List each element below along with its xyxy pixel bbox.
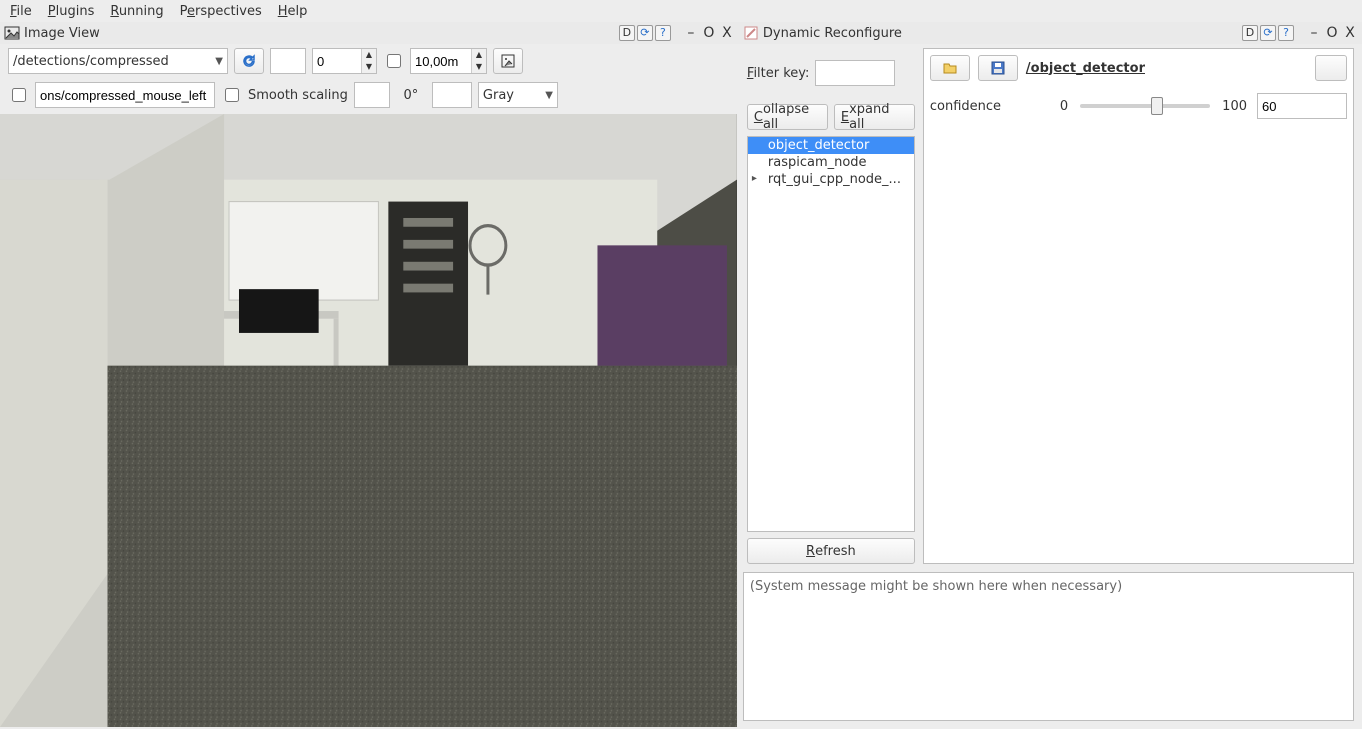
help-icon[interactable]: ? (655, 25, 671, 41)
btn-header-d[interactable]: D (1242, 25, 1258, 41)
tree-item-label: raspicam_node (768, 155, 867, 170)
filter-input[interactable] (815, 60, 895, 86)
field-empty-1[interactable] (270, 48, 306, 74)
close-node-button[interactable] (1315, 55, 1347, 81)
refresh-topics-button[interactable] (234, 48, 264, 74)
mouse-left-field[interactable] (35, 82, 215, 108)
topic-combo-value: /detections/compressed (13, 54, 169, 69)
filter-label: Filter key: (747, 66, 810, 81)
refresh-icon (241, 53, 257, 69)
refresh-button[interactable]: Refresh (747, 538, 915, 564)
image-view-title: Image View (24, 26, 100, 41)
tree-item-rqt-gui[interactable]: ▸ rqt_gui_cpp_node_... (748, 171, 914, 188)
colormap-combo[interactable]: Gray ▼ (478, 82, 558, 108)
spin-1[interactable]: ▲ ▼ (312, 48, 377, 74)
spin-2[interactable]: ▲ ▼ (410, 48, 487, 74)
param-min: 0 (1060, 99, 1068, 114)
edit-icon (743, 25, 759, 41)
spin-down-icon[interactable]: ▼ (362, 61, 376, 73)
image-view-toolbar-1: /detections/compressed ▼ ▲ ▼ ▲ (0, 44, 739, 78)
chevron-down-icon: ▼ (545, 90, 553, 101)
menu-perspectives[interactable]: Perspectives (180, 4, 262, 19)
menubar: File Plugins Running Perspectives Help (0, 0, 1362, 22)
camera-image (0, 114, 737, 727)
refresh-icon[interactable]: ⟳ (1260, 25, 1276, 41)
image-view-header: Image View D ⟳ ? – O X (0, 22, 739, 44)
spin-down-icon[interactable]: ▼ (472, 61, 486, 73)
tree-item-label: rqt_gui_cpp_node_... (768, 172, 901, 187)
dynrec-header: Dynamic Reconfigure D ⟳ ? – O X (739, 22, 1362, 44)
spin-2-input[interactable] (411, 50, 471, 72)
confidence-slider[interactable] (1080, 104, 1210, 108)
btn-header-d[interactable]: D (619, 25, 635, 41)
image-icon (4, 25, 20, 41)
load-config-button[interactable] (930, 55, 970, 81)
close-icon[interactable]: X (1342, 25, 1358, 41)
minimize-icon[interactable]: – (683, 25, 699, 41)
undock-icon[interactable]: O (701, 25, 717, 41)
save-icon (500, 53, 516, 69)
system-message-area: (System message might be shown here when… (743, 572, 1354, 721)
menu-file[interactable]: File (10, 4, 32, 19)
spin-up-icon[interactable]: ▲ (472, 49, 486, 61)
expand-all-button[interactable]: Expand all (834, 104, 915, 130)
angle-label: 0° (396, 88, 426, 103)
smooth-scaling-label: Smooth scaling (248, 88, 348, 103)
checkbox-smooth[interactable] (225, 88, 239, 102)
tree-item-object-detector[interactable]: object_detector (748, 137, 914, 154)
chevron-right-icon[interactable]: ▸ (752, 173, 757, 184)
menu-help[interactable]: Help (278, 4, 308, 19)
node-tree[interactable]: object_detector raspicam_node ▸ rqt_gui_… (747, 136, 915, 532)
tree-item-raspicam-node[interactable]: raspicam_node (748, 154, 914, 171)
menu-plugins[interactable]: Plugins (48, 4, 95, 19)
system-message-text: (System message might be shown here when… (750, 579, 1122, 594)
param-confidence-row: confidence 0 100 (930, 93, 1347, 119)
collapse-all-button[interactable]: Collapse all (747, 104, 828, 130)
image-view-toolbar-2: Smooth scaling 0° Gray ▼ (0, 78, 739, 112)
save-image-button[interactable] (493, 48, 523, 74)
checkbox-1[interactable] (387, 54, 401, 68)
topic-combo[interactable]: /detections/compressed ▼ (8, 48, 228, 74)
field-empty-3[interactable] (432, 82, 472, 108)
node-title: /object_detector (1026, 61, 1307, 76)
param-max: 100 (1222, 99, 1247, 114)
chevron-down-icon: ▼ (215, 56, 223, 67)
param-label: confidence (930, 99, 1050, 114)
folder-open-icon (942, 60, 958, 76)
tree-item-label: object_detector (768, 138, 869, 153)
field-empty-2[interactable] (354, 82, 390, 108)
help-icon[interactable]: ? (1278, 25, 1294, 41)
colormap-value: Gray (483, 88, 514, 103)
checkbox-mouse-left[interactable] (12, 88, 26, 102)
refresh-icon[interactable]: ⟳ (637, 25, 653, 41)
menu-running[interactable]: Running (110, 4, 163, 19)
spin-1-input[interactable] (313, 50, 361, 72)
floppy-icon (990, 60, 1006, 76)
dynrec-params-panel: /object_detector confidence 0 100 (923, 48, 1354, 564)
confidence-value-input[interactable] (1257, 93, 1347, 119)
spin-up-icon[interactable]: ▲ (362, 49, 376, 61)
save-config-button[interactable] (978, 55, 1018, 81)
dynrec-title: Dynamic Reconfigure (763, 26, 902, 41)
undock-icon[interactable]: O (1324, 25, 1340, 41)
minimize-icon[interactable]: – (1306, 25, 1322, 41)
close-icon[interactable]: X (719, 25, 735, 41)
